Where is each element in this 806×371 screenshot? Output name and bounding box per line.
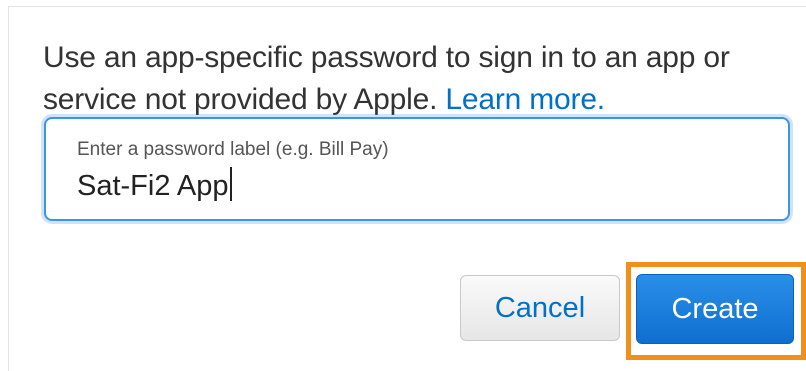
app-specific-password-dialog: Use an app-specific password to sign in … xyxy=(8,6,806,371)
dialog-message: Use an app-specific password to sign in … xyxy=(43,37,783,121)
create-button[interactable]: Create xyxy=(636,274,794,344)
learn-more-link[interactable]: Learn more. xyxy=(445,83,605,116)
password-label-input[interactable]: Enter a password label (e.g. Bill Pay) S… xyxy=(44,117,790,221)
password-label-value-wrap: Sat-Fi2 App xyxy=(77,167,232,203)
text-caret xyxy=(229,167,232,201)
cancel-button[interactable]: Cancel xyxy=(460,275,620,341)
password-label-placeholder: Enter a password label (e.g. Bill Pay) xyxy=(77,139,389,160)
password-label-value: Sat-Fi2 App xyxy=(77,170,229,202)
message-text: Use an app-specific password to sign in … xyxy=(43,41,730,116)
